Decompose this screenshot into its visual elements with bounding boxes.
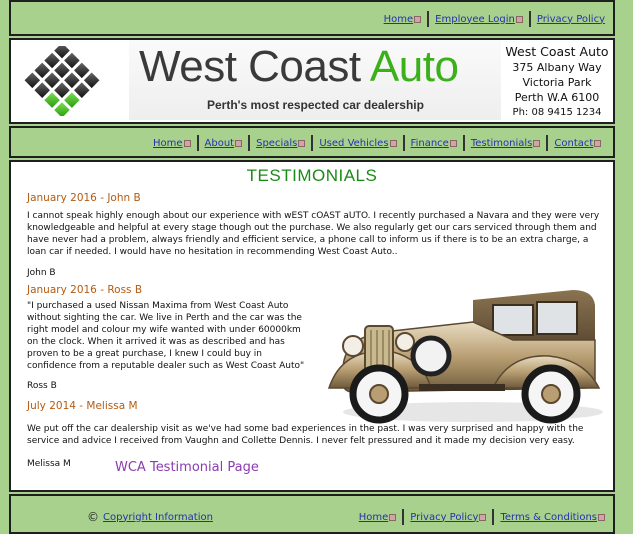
util-home-link[interactable]: Home — [380, 14, 426, 25]
divider — [546, 135, 549, 151]
nav-about[interactable]: About — [201, 138, 247, 149]
main-nav: Home About Specials Used Vehicles Financ… — [9, 126, 615, 158]
testimonial-body: I cannot speak highly enough about our e… — [27, 211, 600, 257]
link-icon — [298, 139, 306, 147]
divider — [427, 11, 430, 27]
page-title: TESTIMONIALS — [246, 166, 378, 185]
util-home-label: Home — [383, 13, 414, 25]
testimonial-heading: January 2016 - John B — [27, 192, 141, 204]
copyright-link[interactable]: Copyright Information — [103, 512, 213, 523]
brand-name-accent: Auto — [369, 42, 459, 91]
util-employee-login-link[interactable]: Employee Login — [431, 14, 527, 25]
address-block: West Coast Auto 375 Albany Way Victoria … — [503, 44, 611, 120]
nav-about-label: About — [204, 137, 235, 149]
footer-links: Home Privacy Policy Terms & Conditions — [355, 509, 609, 525]
footer-terms-link[interactable]: Terms & Conditions — [496, 512, 609, 523]
testimonial-signature: Ross B — [27, 381, 57, 391]
nav-home-label: Home — [153, 137, 183, 149]
brand-banner: West Coast Auto Perth's most respected c… — [129, 40, 501, 120]
nav-contact[interactable]: Contact — [550, 138, 605, 149]
divider — [248, 135, 251, 151]
divider — [311, 135, 314, 151]
divider — [492, 509, 495, 525]
nav-finance[interactable]: Finance — [407, 138, 461, 149]
link-icon — [389, 139, 397, 147]
link-icon — [533, 139, 541, 147]
nav-specials[interactable]: Specials — [252, 138, 309, 149]
link-icon — [414, 15, 422, 23]
copyright: © Copyright Information — [87, 510, 213, 524]
nav-testimonials[interactable]: Testimonials — [467, 138, 545, 149]
site-footer: © Copyright Information Home Privacy Pol… — [9, 494, 615, 534]
divider — [196, 135, 199, 151]
nav-finance-label: Finance — [410, 137, 449, 149]
util-privacy-policy-link[interactable]: Privacy Policy — [533, 14, 609, 25]
nav-testimonials-label: Testimonials — [470, 137, 533, 149]
brand-name: West Coast Auto — [139, 42, 459, 92]
testimonial-heading: July 2014 - Melissa M — [27, 400, 138, 412]
nav-used-vehicles-label: Used Vehicles — [319, 137, 389, 149]
divider — [402, 135, 405, 151]
nav-contact-label: Contact — [554, 137, 594, 149]
divider — [402, 509, 405, 525]
nav-home[interactable]: Home — [149, 138, 195, 149]
address-phone: Ph: 08 9415 1234 — [512, 107, 602, 118]
utility-links: Home Employee Login Privacy Policy — [380, 11, 609, 27]
page-label: WCA Testimonial Page — [115, 460, 259, 475]
address-city: Perth W.A 6100 — [514, 91, 600, 104]
divider — [462, 135, 465, 151]
util-employee-login-label: Employee Login — [435, 13, 515, 25]
link-icon — [515, 15, 523, 23]
footer-privacy-label: Privacy Policy — [410, 511, 479, 523]
link-icon — [449, 139, 457, 147]
testimonial-signature: Melissa M — [27, 459, 71, 469]
address-company: West Coast Auto — [505, 44, 609, 59]
testimonial-body: "I purchased a used Nissan Maxima from W… — [27, 301, 305, 371]
link-icon — [183, 139, 191, 147]
link-icon — [235, 139, 243, 147]
logo-icon[interactable] — [23, 46, 101, 116]
copyright-icon: © — [87, 510, 99, 524]
util-privacy-policy-label: Privacy Policy — [536, 13, 605, 25]
vintage-car-image — [327, 290, 603, 424]
link-icon — [479, 513, 487, 521]
main-content: TESTIMONIALS January 2016 - John B I can… — [9, 160, 615, 492]
footer-privacy-link[interactable]: Privacy Policy — [406, 512, 490, 523]
link-icon — [598, 513, 605, 521]
address-suburb: Victoria Park — [522, 76, 592, 89]
top-utility-bar: Home Employee Login Privacy Policy — [9, 0, 615, 36]
testimonial-signature: John B — [27, 268, 56, 278]
footer-home-label: Home — [358, 511, 389, 523]
nav-links: Home About Specials Used Vehicles Financ… — [149, 135, 605, 151]
divider — [528, 11, 531, 27]
footer-home-link[interactable]: Home — [355, 512, 401, 523]
footer-terms-label: Terms & Conditions — [500, 511, 597, 523]
brand-tagline: Perth's most respected car dealership — [207, 98, 424, 112]
site-header: West Coast Auto Perth's most respected c… — [9, 38, 615, 124]
link-icon — [594, 139, 602, 147]
link-icon — [389, 513, 397, 521]
address-street: 375 Albany Way — [512, 61, 602, 74]
nav-specials-label: Specials — [256, 137, 298, 149]
brand-name-main: West Coast — [139, 42, 370, 91]
testimonial-heading: January 2016 - Ross B — [27, 284, 143, 296]
nav-used-vehicles[interactable]: Used Vehicles — [315, 138, 400, 149]
